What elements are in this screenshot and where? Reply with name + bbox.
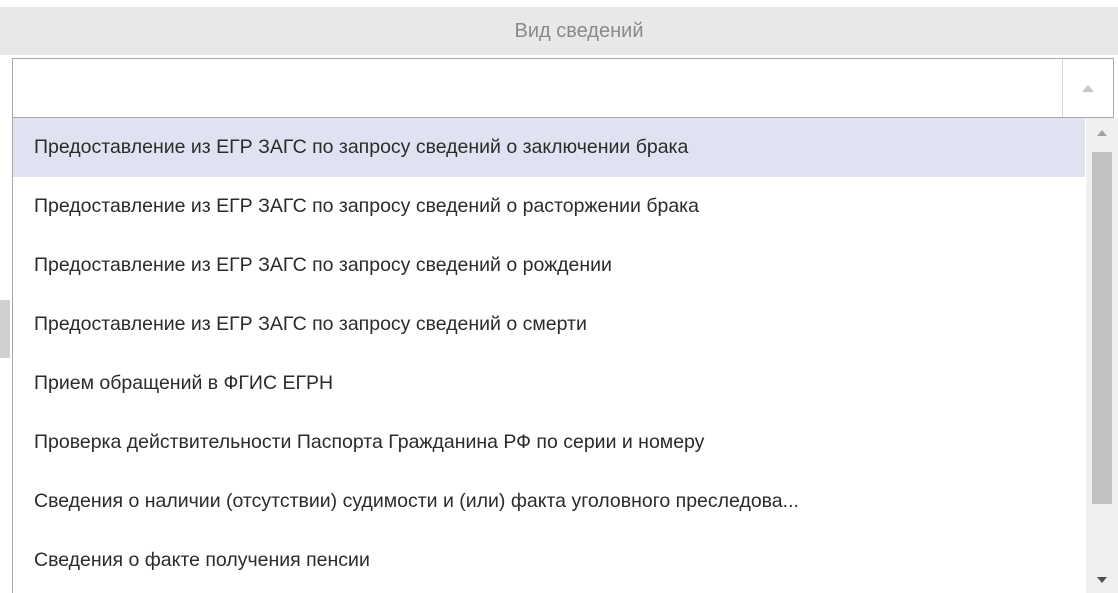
scroll-up-button[interactable]: [1086, 118, 1118, 146]
select-toggle-button[interactable]: [1062, 59, 1113, 117]
scroll-down-arrow-icon: [1097, 570, 1107, 588]
caret-up-icon: [1082, 84, 1094, 92]
list-item[interactable]: Прием обращений в ФГИС ЕГРН: [13, 354, 1085, 413]
dropdown-scrollbar[interactable]: [1086, 118, 1118, 593]
info-type-input[interactable]: [13, 59, 1061, 117]
list-item[interactable]: Сведения о факте получения пенсии: [13, 531, 1085, 590]
list-item[interactable]: Сведения о наличии (отсутствии) судимост…: [13, 472, 1085, 531]
list-item-label: Предоставление из ЕГР ЗАГС по запросу св…: [34, 313, 587, 335]
background-fragment: [0, 300, 10, 358]
list-item[interactable]: Предоставление из ЕГР ЗАГС по запросу св…: [13, 118, 1085, 177]
list-item[interactable]: Предоставление из ЕГР ЗАГС по запросу св…: [13, 236, 1085, 295]
page: Вид сведений Предоставление из ЕГР ЗАГС …: [0, 0, 1118, 593]
list-item[interactable]: Проверка действительности Паспорта Гражд…: [13, 413, 1085, 472]
column-header-title: Вид сведений: [514, 19, 644, 42]
column-header[interactable]: Вид сведений: [0, 7, 1118, 55]
list-item-label: Предоставление из ЕГР ЗАГС по запросу св…: [34, 136, 689, 158]
list-item-label: Проверка действительности Паспорта Гражд…: [34, 431, 705, 453]
dropdown-list: Предоставление из ЕГР ЗАГС по запросу св…: [12, 118, 1118, 593]
list-item-label: Предоставление из ЕГР ЗАГС по запросу св…: [34, 254, 612, 276]
list-item-label: Сведения о наличии (отсутствии) судимост…: [34, 490, 799, 512]
scroll-down-button[interactable]: [1086, 565, 1118, 593]
list-item[interactable]: Предоставление из ЕГР ЗАГС по запросу св…: [13, 177, 1085, 236]
list-item-label: Прием обращений в ФГИС ЕГРН: [34, 372, 334, 394]
scrollbar-thumb[interactable]: [1092, 152, 1112, 504]
list-item-label: Предоставление из ЕГР ЗАГС по запросу св…: [34, 195, 699, 217]
list-item[interactable]: Предоставление из ЕГР ЗАГС по запросу св…: [13, 295, 1085, 354]
list-item-label: Сведения о факте получения пенсии: [34, 549, 370, 571]
info-type-select[interactable]: [12, 58, 1114, 118]
scroll-up-arrow-icon: [1097, 123, 1107, 141]
